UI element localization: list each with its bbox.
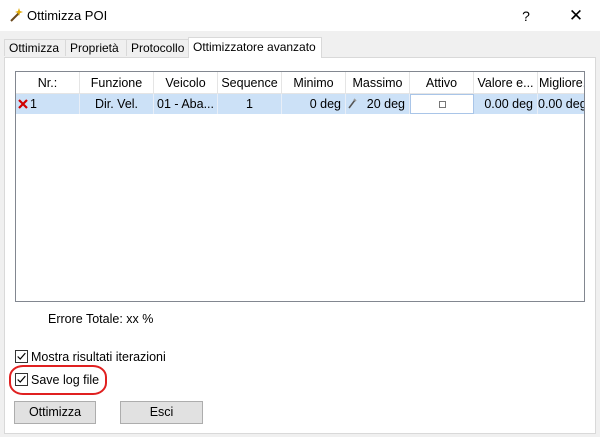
mostra-risultati-label: Mostra risultati iterazioni: [31, 350, 166, 364]
tab-protocollo[interactable]: Protocollo: [126, 39, 189, 56]
cell-veicolo[interactable]: 01 - Aba...: [154, 94, 218, 114]
title-bar: Ottimizza POI ? ✕: [0, 0, 600, 31]
poi-grid[interactable]: Nr.: Funzione Veicolo Sequence Minimo Ma…: [15, 71, 585, 302]
delete-row-icon[interactable]: [18, 98, 28, 110]
cell-attivo[interactable]: [410, 94, 474, 114]
col-header-migliore[interactable]: Migliore...: [538, 72, 584, 94]
tab-proprieta[interactable]: Proprietà: [65, 39, 127, 56]
tab-ottimizzatore-avanzato[interactable]: Ottimizzatore avanzato: [188, 37, 322, 58]
mostra-risultati-checkbox[interactable]: [15, 350, 28, 363]
ottimizza-button[interactable]: Ottimizza: [14, 401, 96, 424]
cell-migliore[interactable]: 0.00 deg: [538, 94, 584, 114]
col-header-sequence[interactable]: Sequence: [218, 72, 282, 94]
tab-ottimizza[interactable]: Ottimizza: [4, 39, 66, 56]
cell-valore[interactable]: 0.00 deg: [474, 94, 538, 114]
errore-totale: Errore Totale: xx %: [48, 312, 153, 326]
cell-sequence[interactable]: 1: [218, 94, 282, 114]
pencil-icon[interactable]: [348, 98, 357, 109]
col-header-minimo[interactable]: Minimo: [282, 72, 346, 94]
col-header-nr[interactable]: Nr.:: [16, 72, 80, 94]
help-button[interactable]: ?: [513, 5, 539, 27]
errore-totale-label: Errore Totale:: [48, 312, 123, 326]
cell-massimo[interactable]: 20 deg: [346, 94, 410, 114]
attivo-checkbox[interactable]: [439, 101, 446, 108]
col-header-funzione[interactable]: Funzione: [80, 72, 154, 94]
col-header-veicolo[interactable]: Veicolo: [154, 72, 218, 94]
cell-funzione[interactable]: Dir. Vel.: [80, 94, 154, 114]
esci-button[interactable]: Esci: [120, 401, 203, 424]
highlight-ring-annotation: [9, 365, 107, 395]
grid-header: Nr.: Funzione Veicolo Sequence Minimo Ma…: [16, 72, 584, 94]
checkmark-icon: [17, 352, 26, 360]
col-header-massimo[interactable]: Massimo: [346, 72, 410, 94]
col-header-valore[interactable]: Valore e...: [474, 72, 538, 94]
col-header-attivo[interactable]: Attivo: [410, 72, 474, 94]
row-number: 1: [30, 97, 37, 111]
cell-nr[interactable]: 1: [16, 94, 80, 114]
close-button[interactable]: ✕: [562, 5, 590, 27]
errore-totale-value: xx %: [126, 312, 154, 326]
table-row[interactable]: 1 Dir. Vel. 01 - Aba... 1 0 deg 20 deg 0…: [16, 94, 584, 114]
cell-minimo[interactable]: 0 deg: [282, 94, 346, 114]
window-title: Ottimizza POI: [27, 8, 108, 23]
massimo-value: 20 deg: [366, 97, 405, 111]
wand-icon: [10, 8, 23, 22]
